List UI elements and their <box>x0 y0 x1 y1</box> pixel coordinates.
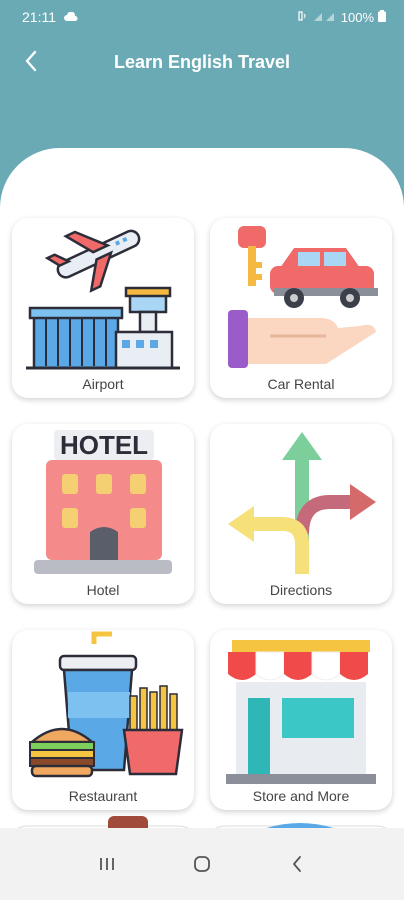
app-header: Learn English Travel <box>0 34 404 90</box>
directions-icon <box>228 432 376 574</box>
home-icon <box>194 856 210 872</box>
category-label: Airport <box>82 376 124 392</box>
back-icon <box>292 856 301 872</box>
category-card-store[interactable]: Store and More <box>210 630 392 810</box>
next-row-peek <box>0 816 404 828</box>
recents-button[interactable] <box>87 844 127 884</box>
system-nav-bar <box>0 828 404 900</box>
category-card-restaurant[interactable]: Restaurant <box>12 630 194 810</box>
cloud-icon <box>64 9 78 25</box>
airport-icon <box>26 229 180 370</box>
store-icon <box>226 640 376 784</box>
status-time: 21:11 <box>22 9 56 25</box>
status-left: 21:11 <box>22 9 78 25</box>
category-card-directions[interactable]: Directions <box>210 424 392 604</box>
category-card-hotel[interactable]: HOTEL Hotel <box>12 424 194 604</box>
hotel-sign: HOTEL <box>60 430 148 460</box>
content-panel: Airport Car Rental HOTEL Hotel Direction… <box>0 148 404 828</box>
signal-icon <box>313 10 337 25</box>
battery-label: 100% <box>340 9 374 25</box>
category-label: Car Rental <box>267 376 335 392</box>
hotel-icon: HOTEL <box>34 430 172 574</box>
category-label: Directions <box>269 582 333 598</box>
car-rental-icon <box>228 226 378 368</box>
category-card-car-rental[interactable]: Car Rental <box>210 218 392 398</box>
home-button[interactable] <box>182 844 222 884</box>
system-back-button[interactable] <box>277 844 317 884</box>
category-card-airport[interactable]: Airport <box>12 218 194 398</box>
page-title: Learn English Travel <box>113 51 291 72</box>
back-button[interactable] <box>16 46 46 76</box>
category-label: Hotel <box>86 582 120 598</box>
status-bar: 21:11 100% <box>0 0 404 34</box>
battery-icon <box>378 9 386 25</box>
category-grid: Airport Car Rental HOTEL Hotel Direction… <box>12 218 392 810</box>
chevron-left-icon <box>25 50 37 72</box>
wifi-calling-icon <box>297 10 309 25</box>
restaurant-icon <box>28 631 184 778</box>
category-label: Store and More <box>252 788 350 804</box>
category-label: Restaurant <box>68 788 138 804</box>
recents-icon <box>100 858 115 870</box>
status-right: 100% <box>297 9 386 25</box>
